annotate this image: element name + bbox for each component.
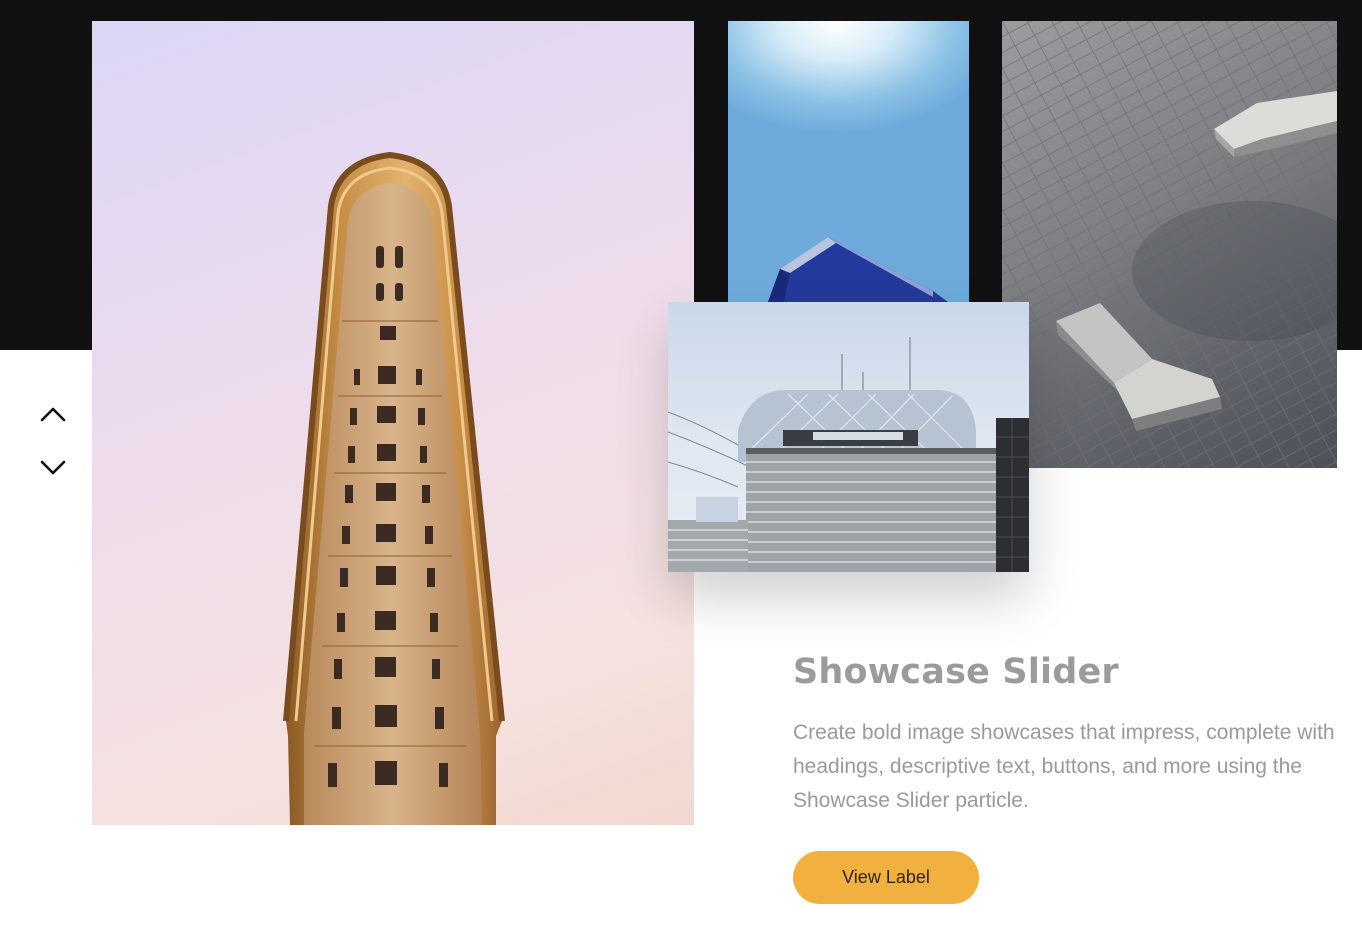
slide-content: Showcase Slider Create bold image showca… — [793, 648, 1341, 818]
showcase-slider: Showcase Slider Create bold image showca… — [0, 0, 1362, 928]
concrete-benches-image — [1002, 21, 1337, 468]
chevron-down-icon — [40, 460, 66, 475]
next-slide-button[interactable] — [36, 451, 70, 485]
chevron-up-icon — [40, 407, 66, 422]
main-slide-image — [92, 21, 694, 825]
slide-title: Showcase Slider — [793, 652, 1119, 692]
view-button[interactable]: View Label — [793, 851, 979, 904]
modern-building-image — [668, 302, 1029, 572]
slide-description: Create bold image showcases that impress… — [793, 721, 1335, 812]
sky-building-image — [728, 21, 969, 302]
previous-slide-button[interactable] — [36, 397, 70, 431]
